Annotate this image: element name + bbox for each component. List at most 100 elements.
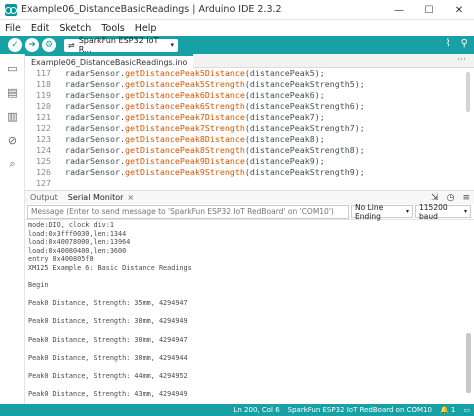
code-line: 125 radarSensor.getDistancePeak9Distance(… (25, 156, 474, 167)
serial-monitor-icon[interactable]: ⚲ (461, 38, 468, 49)
board-selector[interactable]: ⇌ SparkFun ESP32 IoT R... ▾ (64, 36, 178, 54)
code-function: getDistancePeak6Distance (124, 90, 245, 100)
window-title: Example06_DistanceBasicReadings | Arduin… (21, 4, 282, 15)
tab-output[interactable]: Output (25, 191, 63, 205)
board-name: SparkFun ESP32 IoT R... (78, 36, 159, 54)
upload-button[interactable]: ➜ (25, 38, 39, 52)
menu-sketch[interactable]: Sketch (54, 23, 96, 34)
code-object: radarSensor. (65, 101, 125, 111)
minimize-button[interactable]: — (384, 0, 414, 20)
code-args: (distancePeakStrength8); (244, 145, 365, 155)
code-args: (distancePeakStrength7); (244, 123, 365, 133)
clear-output-icon[interactable]: ≡ (462, 193, 470, 203)
debug-panel-icon[interactable]: ⊘ (0, 130, 25, 150)
usb-icon: ⇌ (68, 40, 75, 50)
code-function: getDistancePeak7Distance (124, 112, 245, 122)
code-object: radarSensor. (65, 123, 125, 133)
menu-bar: File Edit Sketch Tools Help (0, 20, 474, 36)
code-object: radarSensor. (65, 90, 125, 100)
line-number: 126 (36, 167, 51, 177)
code-line: 119 radarSensor.getDistancePeak6Distance(… (25, 90, 474, 101)
code-line: 120 radarSensor.getDistancePeak6Strength(… (25, 101, 474, 112)
code-line: 127 (25, 178, 474, 188)
line-number: 127 (36, 178, 51, 188)
check-icon: ✓ (11, 40, 19, 50)
chevron-down-icon: ▾ (463, 208, 467, 215)
window-controls: — ☐ ✕ (384, 0, 474, 20)
library-manager-icon[interactable]: ▥ (0, 106, 25, 126)
notifications-icon[interactable]: 🔔 1 (440, 406, 455, 414)
debug-button[interactable]: ⚙ (42, 38, 56, 52)
tab-sketch[interactable]: Example06_DistanceBasicReadings.ino (25, 54, 194, 68)
menu-file[interactable]: File (0, 23, 26, 34)
status-bar: Ln 200, Col 6 SparkFun ESP32 IoT RedBoar… (0, 404, 474, 416)
line-number: 122 (36, 123, 51, 133)
code-object: radarSensor. (65, 79, 125, 89)
line-number: 118 (36, 79, 51, 89)
toolbar-right: ⌇ ⚲ (446, 38, 468, 49)
debug-icon: ⚙ (44, 40, 54, 50)
code-line: 117 radarSensor.getDistancePeak5Distance(… (25, 68, 474, 79)
sketchbook-icon[interactable]: ▭ (0, 58, 25, 78)
status-board: SparkFun ESP32 IoT RedBoard on COM10 (287, 406, 432, 414)
tab-serial-monitor-label: Serial Monitor (67, 192, 124, 202)
code-line: 124 radarSensor.getDistancePeak8Strength(… (25, 145, 474, 156)
more-tabs-icon[interactable]: ··· (457, 55, 466, 65)
menu-help[interactable]: Help (130, 23, 162, 34)
code-object: radarSensor. (65, 112, 125, 122)
editor-scrollbar[interactable] (466, 72, 470, 112)
line-number: 125 (36, 156, 51, 166)
arduino-logo-icon (5, 3, 17, 16)
plotter-icon[interactable]: ⌇ (446, 38, 451, 49)
code-object: radarSensor. (65, 145, 125, 155)
output-line: Peak0 Distance, Strength: 30mm, 4294949 (28, 317, 188, 326)
search-icon[interactable]: ⌕ (0, 154, 25, 174)
code-args: (distancePeakStrength5); (244, 79, 365, 89)
verify-button[interactable]: ✓ (8, 38, 22, 52)
line-ending-value: No Line Ending (355, 202, 384, 221)
close-icon[interactable]: × (127, 193, 134, 202)
menu-tools[interactable]: Tools (96, 23, 129, 34)
line-number: 117 (36, 68, 51, 78)
timestamp-icon[interactable]: ◷ (447, 193, 455, 203)
output-line: load:0x40078000,len:13964 (28, 238, 131, 246)
serial-input-bar: No Line Ending ▾ 115200 baud ▾ (25, 202, 474, 221)
autoscroll-icon[interactable]: ⇲ (431, 193, 439, 203)
code-args: (distancePeak8); (244, 134, 325, 144)
code-args: (distancePeakStrength9); (244, 167, 365, 177)
output-line: Peak0 Distance, Strength: 35mm, 4294947 (28, 299, 188, 308)
serial-output[interactable]: mode:DIO, clock div:1 load:0x3fff0030,le… (25, 221, 474, 404)
code-args: (distancePeakStrength6); (244, 101, 365, 111)
menu-edit[interactable]: Edit (26, 23, 54, 34)
chevron-down-icon: ▾ (170, 41, 174, 49)
output-line: Peak0 Distance, Strength: 30mm, 4294947 (28, 335, 188, 344)
message-input[interactable] (27, 204, 349, 219)
close-button[interactable]: ✕ (444, 0, 474, 20)
code-args: (distancePeak9); (244, 156, 325, 166)
baud-rate-select[interactable]: 115200 baud ▾ (415, 202, 471, 221)
baud-rate-value: 115200 baud (419, 202, 448, 221)
code-editor[interactable]: 117 radarSensor.getDistancePeak5Distance(… (25, 68, 474, 188)
boards-manager-icon[interactable]: ▤ (0, 82, 25, 102)
output-line: Peak0 Distance, Strength: 30mm, 4294944 (28, 353, 188, 362)
tab-serial-monitor[interactable]: Serial Monitor × (62, 191, 140, 205)
code-object: radarSensor. (65, 68, 125, 78)
activity-bar: ▭ ▤ ▥ ⊘ ⌕ (0, 54, 25, 404)
maximize-button[interactable]: ☐ (414, 0, 444, 20)
code-function: getDistancePeak8Distance (124, 134, 245, 144)
code-object: radarSensor. (65, 167, 125, 177)
code-line: 121 radarSensor.getDistancePeak7Distance(… (25, 112, 474, 123)
line-number: 120 (36, 101, 51, 111)
code-function: getDistancePeak5Distance (124, 68, 245, 78)
line-ending-select[interactable]: No Line Ending ▾ (351, 202, 413, 221)
output-line: XM125 Example 6: Basic Distance Readings (28, 263, 192, 272)
code-function: getDistancePeak6Strength (124, 101, 245, 111)
output-scrollbar[interactable] (466, 333, 471, 393)
panel-toggle-icon[interactable]: ▭ (463, 406, 470, 414)
code-line: 122 radarSensor.getDistancePeak7Strength(… (25, 123, 474, 134)
